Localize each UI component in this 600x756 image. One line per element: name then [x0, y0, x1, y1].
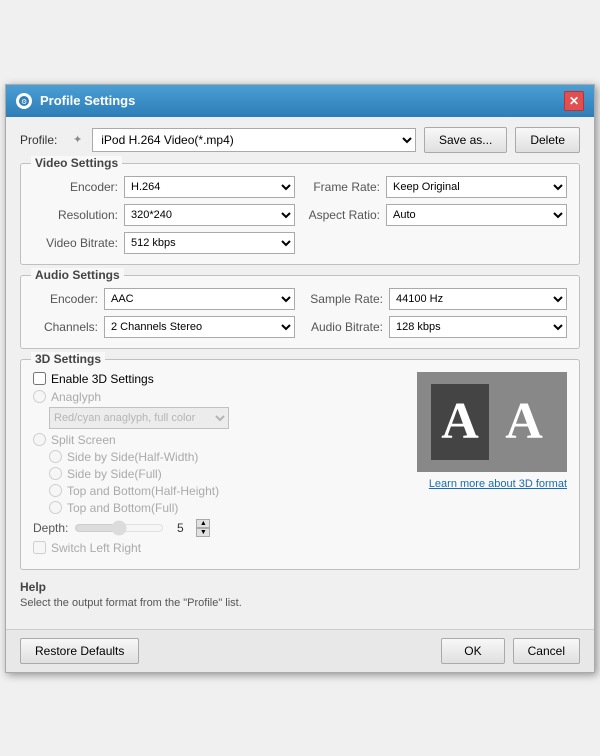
aa-preview: A A — [417, 372, 567, 472]
encoder-label: Encoder: — [33, 180, 118, 194]
threed-right: A A Learn more about 3D format — [417, 372, 567, 559]
anaglyph-select-row: Red/cyan anaglyph, full color — [33, 407, 407, 433]
split-screen-label: Split Screen — [51, 433, 116, 447]
video-bitrate-field: Video Bitrate: 512 kbps — [33, 232, 295, 254]
dialog-title: Profile Settings — [40, 93, 135, 108]
delete-button[interactable]: Delete — [515, 127, 580, 153]
encoder-select[interactable]: H.264 — [124, 176, 295, 198]
option1-radio[interactable] — [49, 450, 62, 463]
frame-rate-select[interactable]: Keep Original — [386, 176, 567, 198]
switch-lr-label: Switch Left Right — [51, 541, 141, 555]
option4-label: Top and Bottom(Full) — [67, 501, 178, 515]
switch-left-right-row: Switch Left Right — [33, 541, 407, 555]
enable-3d-checkbox[interactable] — [33, 372, 46, 385]
channels-field: Channels: 2 Channels Stereo — [33, 316, 295, 338]
audio-encoder-select[interactable]: AAC — [104, 288, 295, 310]
option2-label: Side by Side(Full) — [67, 467, 162, 481]
threed-left: Enable 3D Settings Anaglyph Red/cyan ana… — [33, 372, 407, 559]
threed-content: Enable 3D Settings Anaglyph Red/cyan ana… — [33, 372, 567, 559]
channels-select[interactable]: 2 Channels Stereo — [104, 316, 295, 338]
audio-settings-section: Audio Settings Encoder: AAC Sample Rate:… — [20, 275, 580, 349]
dialog-window: ⚙ Profile Settings ✕ Profile: ✦ iPod H.2… — [5, 84, 595, 673]
option2-row: Side by Side(Full) — [49, 467, 407, 481]
resolution-select[interactable]: 320*240 — [124, 204, 295, 226]
aa-inner: A A — [431, 384, 553, 460]
video-bitrate-label: Video Bitrate: — [33, 236, 118, 250]
audio-encoder-field: Encoder: AAC — [33, 288, 295, 310]
sample-rate-select[interactable]: 44100 Hz — [389, 288, 567, 310]
app-icon: ⚙ — [16, 93, 32, 109]
profile-label: Profile: — [20, 133, 65, 147]
video-settings-grid: Encoder: H.264 Frame Rate: Keep Original… — [33, 176, 567, 254]
option4-row: Top and Bottom(Full) — [49, 501, 407, 515]
sample-rate-label: Sample Rate: — [305, 292, 383, 306]
bottom-right-buttons: OK Cancel — [441, 638, 580, 664]
audio-bitrate-select[interactable]: 128 kbps — [389, 316, 567, 338]
aa-right: A — [495, 384, 553, 460]
help-section: Help Select the output format from the "… — [20, 580, 580, 609]
option1-row: Side by Side(Half-Width) — [49, 450, 407, 464]
aspect-ratio-label: Aspect Ratio: — [305, 208, 380, 222]
resolution-label: Resolution: — [33, 208, 118, 222]
switch-lr-checkbox[interactable] — [33, 541, 46, 554]
save-as-button[interactable]: Save as... — [424, 127, 507, 153]
profile-flag: ✦ — [73, 133, 82, 146]
audio-settings-grid: Encoder: AAC Sample Rate: 44100 Hz Chann… — [33, 288, 567, 338]
audio-bitrate-field: Audio Bitrate: 128 kbps — [305, 316, 567, 338]
option2-radio[interactable] — [49, 467, 62, 480]
resolution-field: Resolution: 320*240 — [33, 204, 295, 226]
title-bar-left: ⚙ Profile Settings — [16, 93, 135, 109]
depth-up-button[interactable]: ▲ — [196, 519, 210, 528]
split-screen-radio[interactable] — [33, 433, 46, 446]
aa-left: A — [431, 384, 489, 460]
aspect-ratio-field: Aspect Ratio: Auto — [305, 204, 567, 226]
ok-button[interactable]: OK — [441, 638, 504, 664]
audio-encoder-label: Encoder: — [33, 292, 98, 306]
encoder-field: Encoder: H.264 — [33, 176, 295, 198]
restore-defaults-button[interactable]: Restore Defaults — [20, 638, 139, 664]
depth-label: Depth: — [33, 521, 68, 535]
channels-label: Channels: — [33, 320, 98, 334]
close-button[interactable]: ✕ — [564, 91, 584, 111]
anaglyph-row: Anaglyph — [33, 390, 407, 404]
depth-row: Depth: 5 ▲ ▼ — [33, 519, 407, 537]
sample-rate-field: Sample Rate: 44100 Hz — [305, 288, 567, 310]
profile-select[interactable]: iPod H.264 Video(*.mp4) — [92, 128, 416, 152]
video-settings-title: Video Settings — [31, 156, 122, 170]
enable-3d-label: Enable 3D Settings — [51, 372, 154, 386]
depth-down-button[interactable]: ▼ — [196, 528, 210, 537]
help-title: Help — [20, 580, 580, 594]
anaglyph-label: Anaglyph — [51, 390, 101, 404]
frame-rate-field: Frame Rate: Keep Original — [305, 176, 567, 198]
option4-radio[interactable] — [49, 501, 62, 514]
learn-more-link[interactable]: Learn more about 3D format — [417, 478, 567, 490]
frame-rate-label: Frame Rate: — [305, 180, 380, 194]
audio-bitrate-label: Audio Bitrate: — [305, 320, 383, 334]
anaglyph-radio[interactable] — [33, 390, 46, 403]
video-bitrate-select[interactable]: 512 kbps — [124, 232, 295, 254]
svg-text:⚙: ⚙ — [21, 98, 27, 106]
option3-radio[interactable] — [49, 484, 62, 497]
audio-settings-title: Audio Settings — [31, 268, 124, 282]
depth-spinner: ▲ ▼ — [196, 519, 210, 537]
help-text: Select the output format from the "Profi… — [20, 597, 580, 609]
profile-row: Profile: ✦ iPod H.264 Video(*.mp4) Save … — [20, 127, 580, 153]
depth-slider[interactable] — [74, 520, 164, 536]
bottom-bar: Restore Defaults OK Cancel — [6, 629, 594, 672]
cancel-button[interactable]: Cancel — [513, 638, 580, 664]
depth-value: 5 — [170, 521, 190, 535]
option3-label: Top and Bottom(Half-Height) — [67, 484, 219, 498]
enable-3d-row: Enable 3D Settings — [33, 372, 407, 386]
threed-settings-title: 3D Settings — [31, 352, 105, 366]
anaglyph-select[interactable]: Red/cyan anaglyph, full color — [49, 407, 229, 429]
title-bar: ⚙ Profile Settings ✕ — [6, 85, 594, 117]
aspect-ratio-select[interactable]: Auto — [386, 204, 567, 226]
video-settings-section: Video Settings Encoder: H.264 Frame Rate… — [20, 163, 580, 265]
option3-row: Top and Bottom(Half-Height) — [49, 484, 407, 498]
split-screen-row: Split Screen — [33, 433, 407, 447]
threed-settings-section: 3D Settings Enable 3D Settings Anaglyph — [20, 359, 580, 570]
dialog-body: Profile: ✦ iPod H.264 Video(*.mp4) Save … — [6, 117, 594, 629]
option1-label: Side by Side(Half-Width) — [67, 450, 198, 464]
